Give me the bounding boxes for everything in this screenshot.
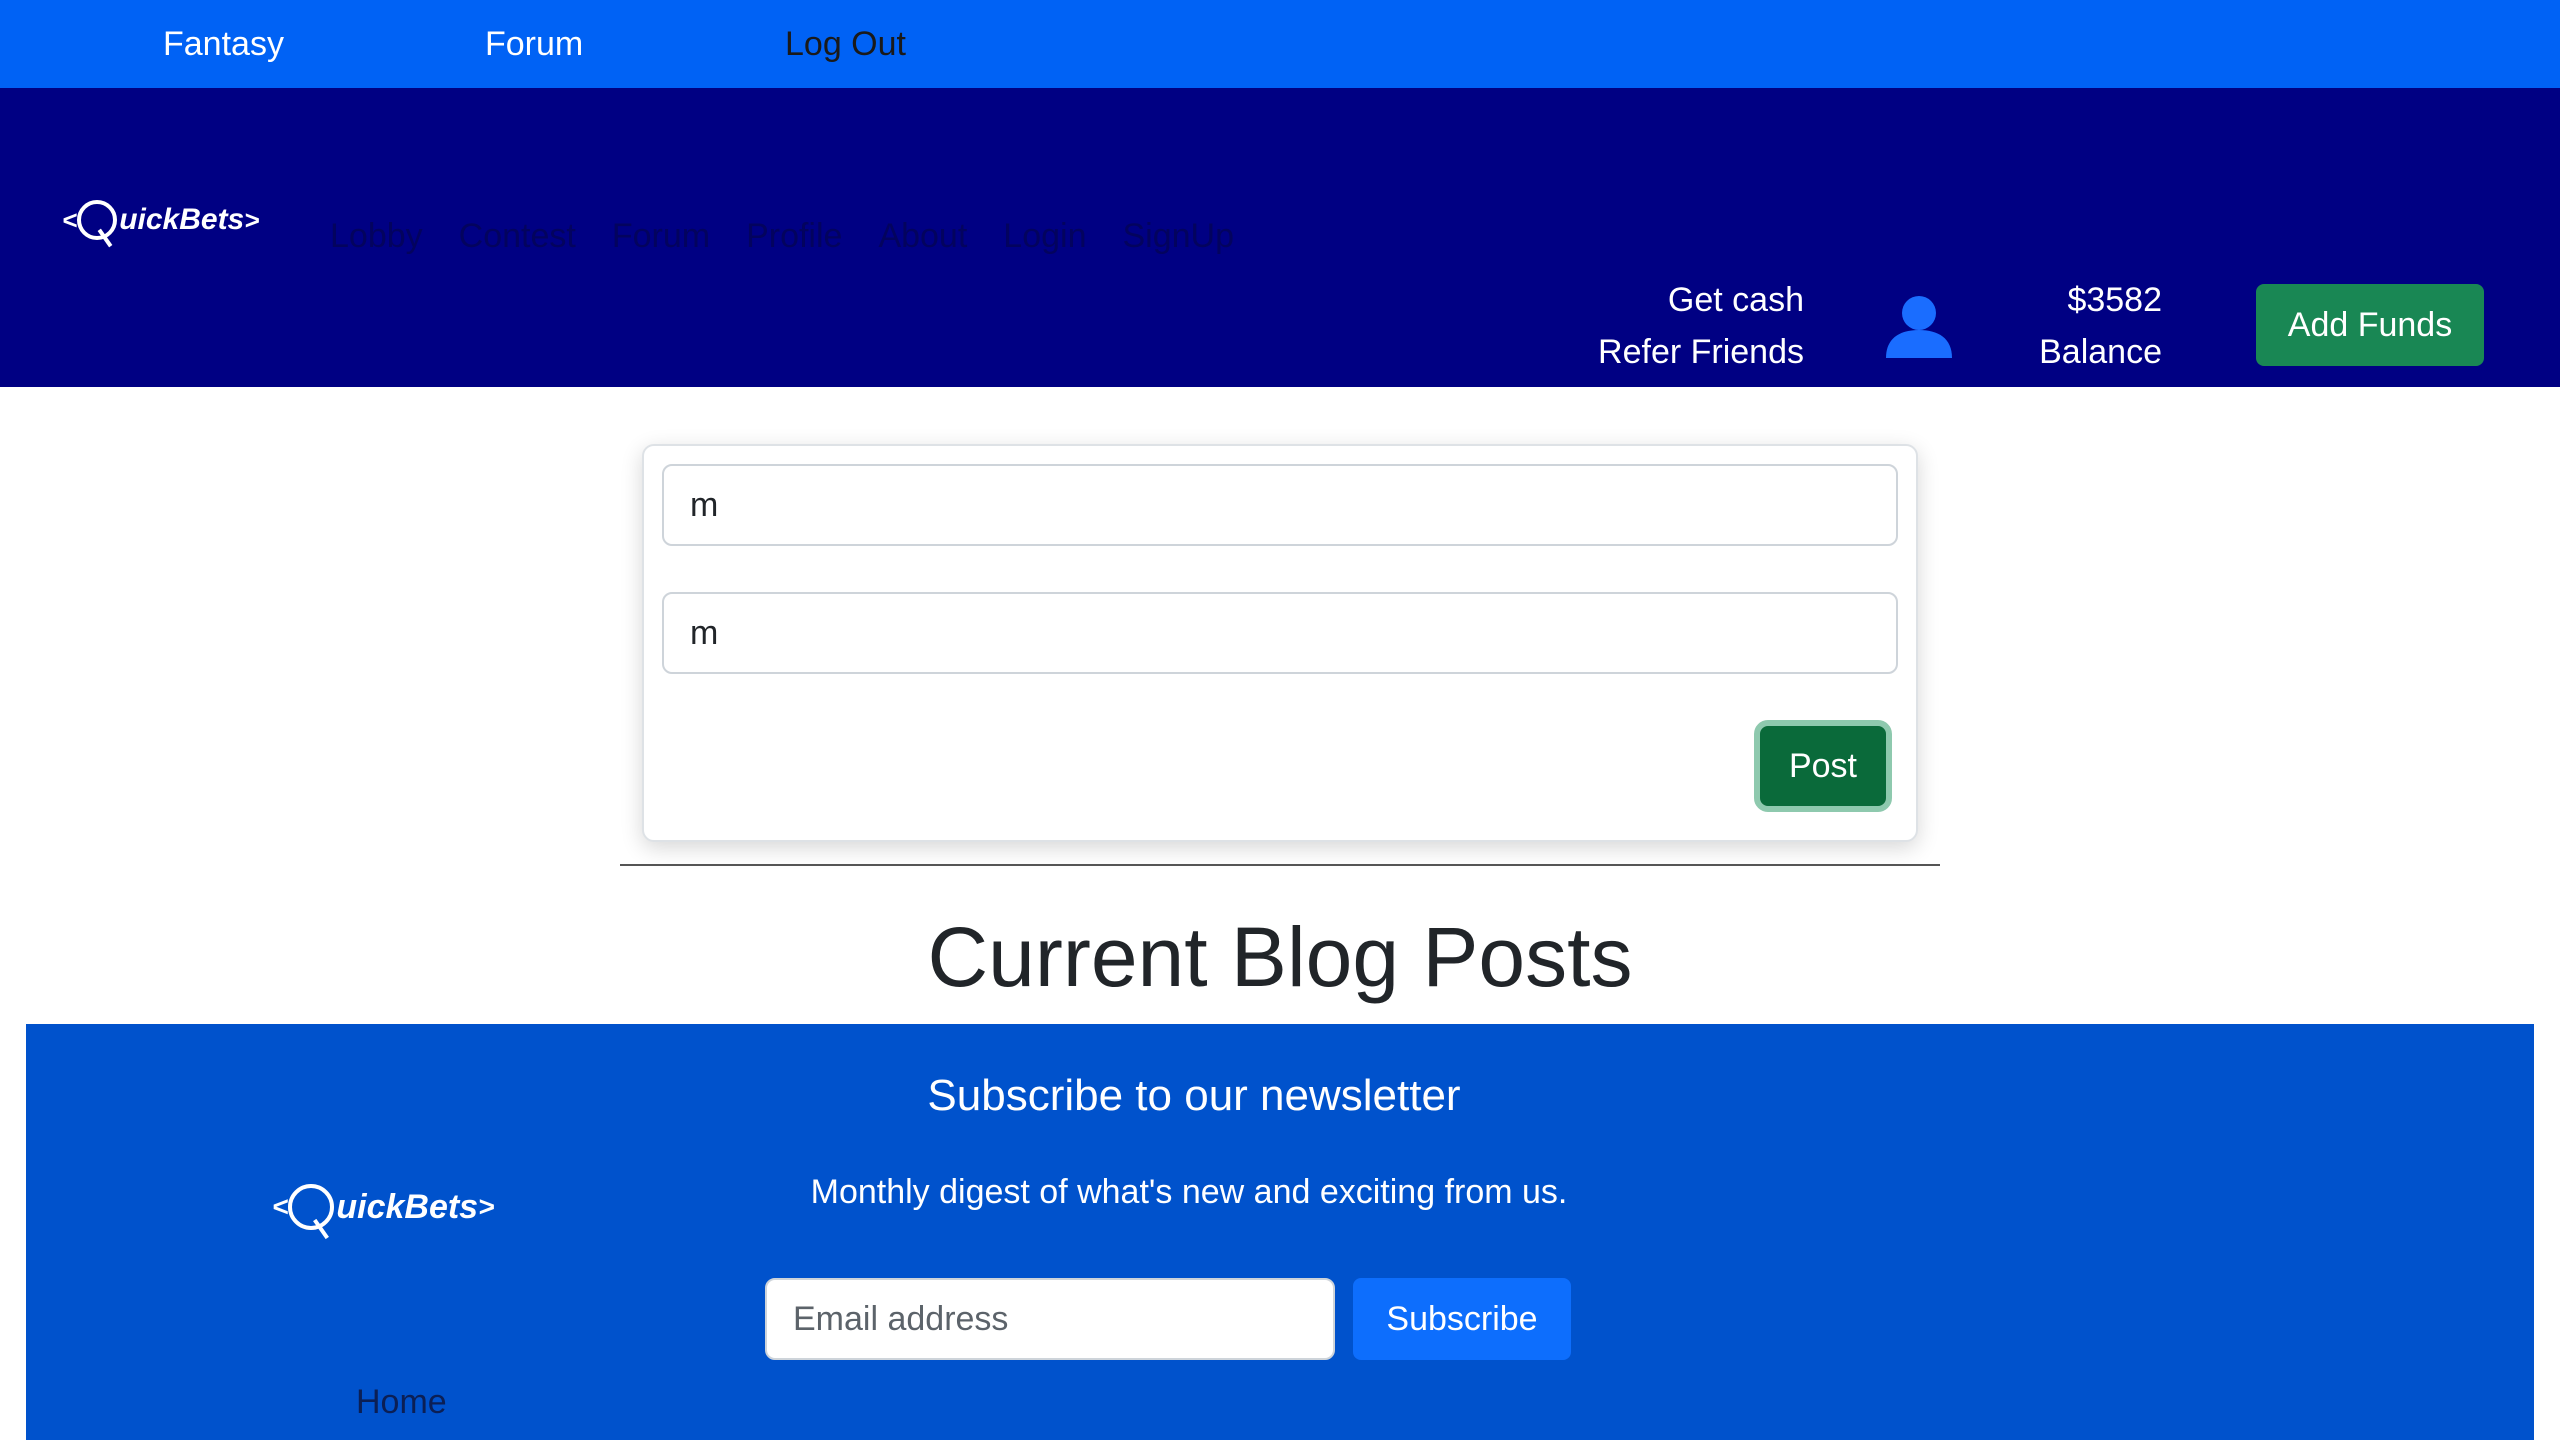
balance-amount: $3582: [2067, 281, 2162, 319]
brand-logo[interactable]: < uickBets >: [62, 200, 259, 240]
nav-link-about[interactable]: About: [878, 214, 967, 258]
top-utility-bar: Fantasy Forum Log Out: [0, 0, 2560, 88]
nav-link-signup[interactable]: SignUp: [1123, 214, 1235, 258]
section-divider: [620, 864, 1940, 866]
topbar-link-logout[interactable]: Log Out: [785, 22, 906, 66]
nav-links: Lobby Contest Forum Profile About Login …: [330, 214, 1234, 258]
nav-link-lobby[interactable]: Lobby: [330, 214, 423, 258]
main-navbar: < uickBets > Lobby Contest Forum Profile…: [0, 88, 2560, 387]
post-button[interactable]: Post: [1754, 720, 1892, 812]
logo-wordmark: uickBets: [119, 203, 245, 236]
newsletter-description: Monthly digest of what's new and excitin…: [810, 1173, 1568, 1211]
post-title-input[interactable]: [662, 464, 1898, 546]
nav-link-login[interactable]: Login: [1003, 214, 1086, 258]
newsletter-title: Subscribe to our newsletter: [927, 1071, 1461, 1120]
nav-link-forum[interactable]: Forum: [612, 214, 710, 258]
refer-friends-link[interactable]: Get cash Refer Friends: [1484, 274, 1804, 378]
nav-link-contest[interactable]: Contest: [459, 214, 576, 258]
newsletter-section: Subscribe to our newsletter Monthly dige…: [764, 1064, 1624, 1211]
logo-bracket-left: <: [62, 204, 78, 235]
refer-line-1: Get cash: [1667, 281, 1804, 319]
logo-q-mark: [77, 200, 118, 240]
footer-logo-bracket-left: <: [272, 1191, 289, 1222]
footer-logo-q-mark: [288, 1184, 335, 1230]
page-title: Current Blog Posts: [927, 910, 1633, 1004]
topbar-link-fantasy[interactable]: Fantasy: [163, 22, 284, 66]
new-post-card: Post: [642, 444, 1918, 842]
nav-link-profile[interactable]: Profile: [746, 214, 842, 258]
post-body-input[interactable]: [662, 592, 1898, 674]
add-funds-button[interactable]: Add Funds: [2256, 284, 2484, 366]
subscribe-button[interactable]: Subscribe: [1353, 1278, 1571, 1360]
refer-line-2: Refer Friends: [1598, 333, 1804, 371]
footer-brand-logo[interactable]: < uickBets >: [272, 1184, 494, 1230]
footer: < uickBets > Subscribe to our newsletter…: [26, 1024, 2534, 1440]
footer-link-home[interactable]: Home: [356, 1380, 447, 1424]
footer-logo-bracket-right: >: [478, 1191, 495, 1222]
newsletter-email-input[interactable]: [765, 1278, 1335, 1360]
footer-logo-wordmark: uickBets: [336, 1187, 479, 1226]
logo-bracket-right: >: [244, 204, 260, 235]
balance-label: Balance: [2039, 333, 2162, 371]
topbar-link-forum[interactable]: Forum: [485, 22, 583, 66]
account-balance: $3582 Balance: [1902, 274, 2162, 378]
